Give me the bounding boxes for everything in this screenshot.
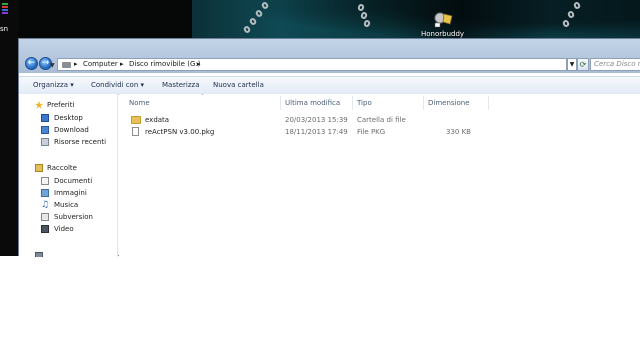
new-folder-button[interactable]: Nuova cartella [213,81,264,89]
file-type: Cartella di file [357,116,406,124]
nav-item-desktop[interactable]: Desktop [54,114,83,122]
explorer-window: ← → ▼ ▸ Computer ▸ Disco rimovibile (G:)… [18,38,640,257]
list-item[interactable]: reActPSN v3.00.pkg 18/11/2013 17:49 File… [119,126,640,138]
column-header-name[interactable]: Nome [129,99,150,107]
favorites-header[interactable]: Preferiti [47,101,74,109]
download-icon [41,126,49,134]
pictures-icon [41,189,49,197]
video-icon [41,225,49,233]
drive-icon [62,62,71,68]
honorbuddy-icon [433,10,455,28]
recent-places-icon [41,138,49,146]
nav-item-download[interactable]: Download [54,126,89,134]
file-modified: 20/03/2013 15:39 [285,116,348,124]
command-bar: Organizza ▾ Condividi con ▾ Masterizza N… [19,76,640,95]
honorbuddy-shortcut[interactable]: Honorbuddy [421,10,464,38]
folder-icon [131,116,141,124]
address-bar-row: ← → ▼ ▸ Computer ▸ Disco rimovibile (G:)… [19,39,640,73]
nav-item-music[interactable]: Musica [54,201,78,209]
honorbuddy-label: Honorbuddy [421,30,465,38]
file-modified: 18/11/2013 17:49 [285,128,348,136]
organize-button[interactable]: Organizza ▾ [33,81,74,89]
libraries-header[interactable]: Raccolte [47,164,77,172]
navigation-pane: Preferiti Desktop Download Risorse recen… [19,94,118,257]
refresh-button[interactable]: ⟳ [577,58,589,71]
documents-icon [41,177,49,185]
sort-caret-icon: ˆ [201,94,204,101]
column-header-modified[interactable]: Ultima modifica [285,99,340,107]
nav-item-recent[interactable]: Risorse recenti [54,138,106,146]
star-icon [35,101,43,109]
nav-item-video[interactable]: Video [54,225,74,233]
breadcrumb-separator-icon[interactable]: ▸ [120,60,124,68]
search-input[interactable]: Cerca Disco rimo [590,58,640,71]
nav-item-documents[interactable]: Documenti [54,177,92,185]
background-window-edge: sn [0,0,18,256]
share-with-button[interactable]: Condividi con ▾ [91,81,144,89]
nav-item-subversion[interactable]: Subversion [54,213,93,221]
address-bar[interactable]: ▸ Computer ▸ Disco rimovibile (G:) ▸ [57,58,567,71]
libraries-icon [35,164,43,172]
file-icon [132,127,139,136]
breadcrumb-separator-icon[interactable]: ▸ [74,60,78,68]
file-name: reActPSN v3.00.pkg [145,128,215,136]
breadcrumb-computer[interactable]: Computer [83,60,118,68]
breadcrumb-separator-icon[interactable]: ▸ [197,60,201,68]
back-button[interactable]: ← [25,57,38,70]
background-window-text: sn [0,25,9,33]
file-name: exdata [145,116,170,124]
file-size: 330 KB [446,128,471,136]
list-item[interactable]: exdata 20/03/2013 15:39 Cartella di file [119,114,640,126]
column-header-size[interactable]: Dimensione [428,99,470,107]
file-list: ˆ Nome Ultima modifica Tipo Dimensione e… [119,94,640,257]
file-type: File PKG [357,128,386,136]
nav-item-pictures[interactable]: Immagini [54,189,87,197]
music-icon: ♫ [41,200,50,210]
burn-button[interactable]: Masterizza [162,81,200,89]
computer-icon [35,252,43,257]
subversion-icon [41,213,49,221]
breadcrumb-removable-disk[interactable]: Disco rimovibile (G:) [129,60,200,68]
column-header-type[interactable]: Tipo [357,99,372,107]
address-history-chevron-icon[interactable]: ▼ [567,58,577,71]
recent-pages-chevron-icon[interactable]: ▼ [50,62,55,69]
desktop-icon [41,114,49,122]
